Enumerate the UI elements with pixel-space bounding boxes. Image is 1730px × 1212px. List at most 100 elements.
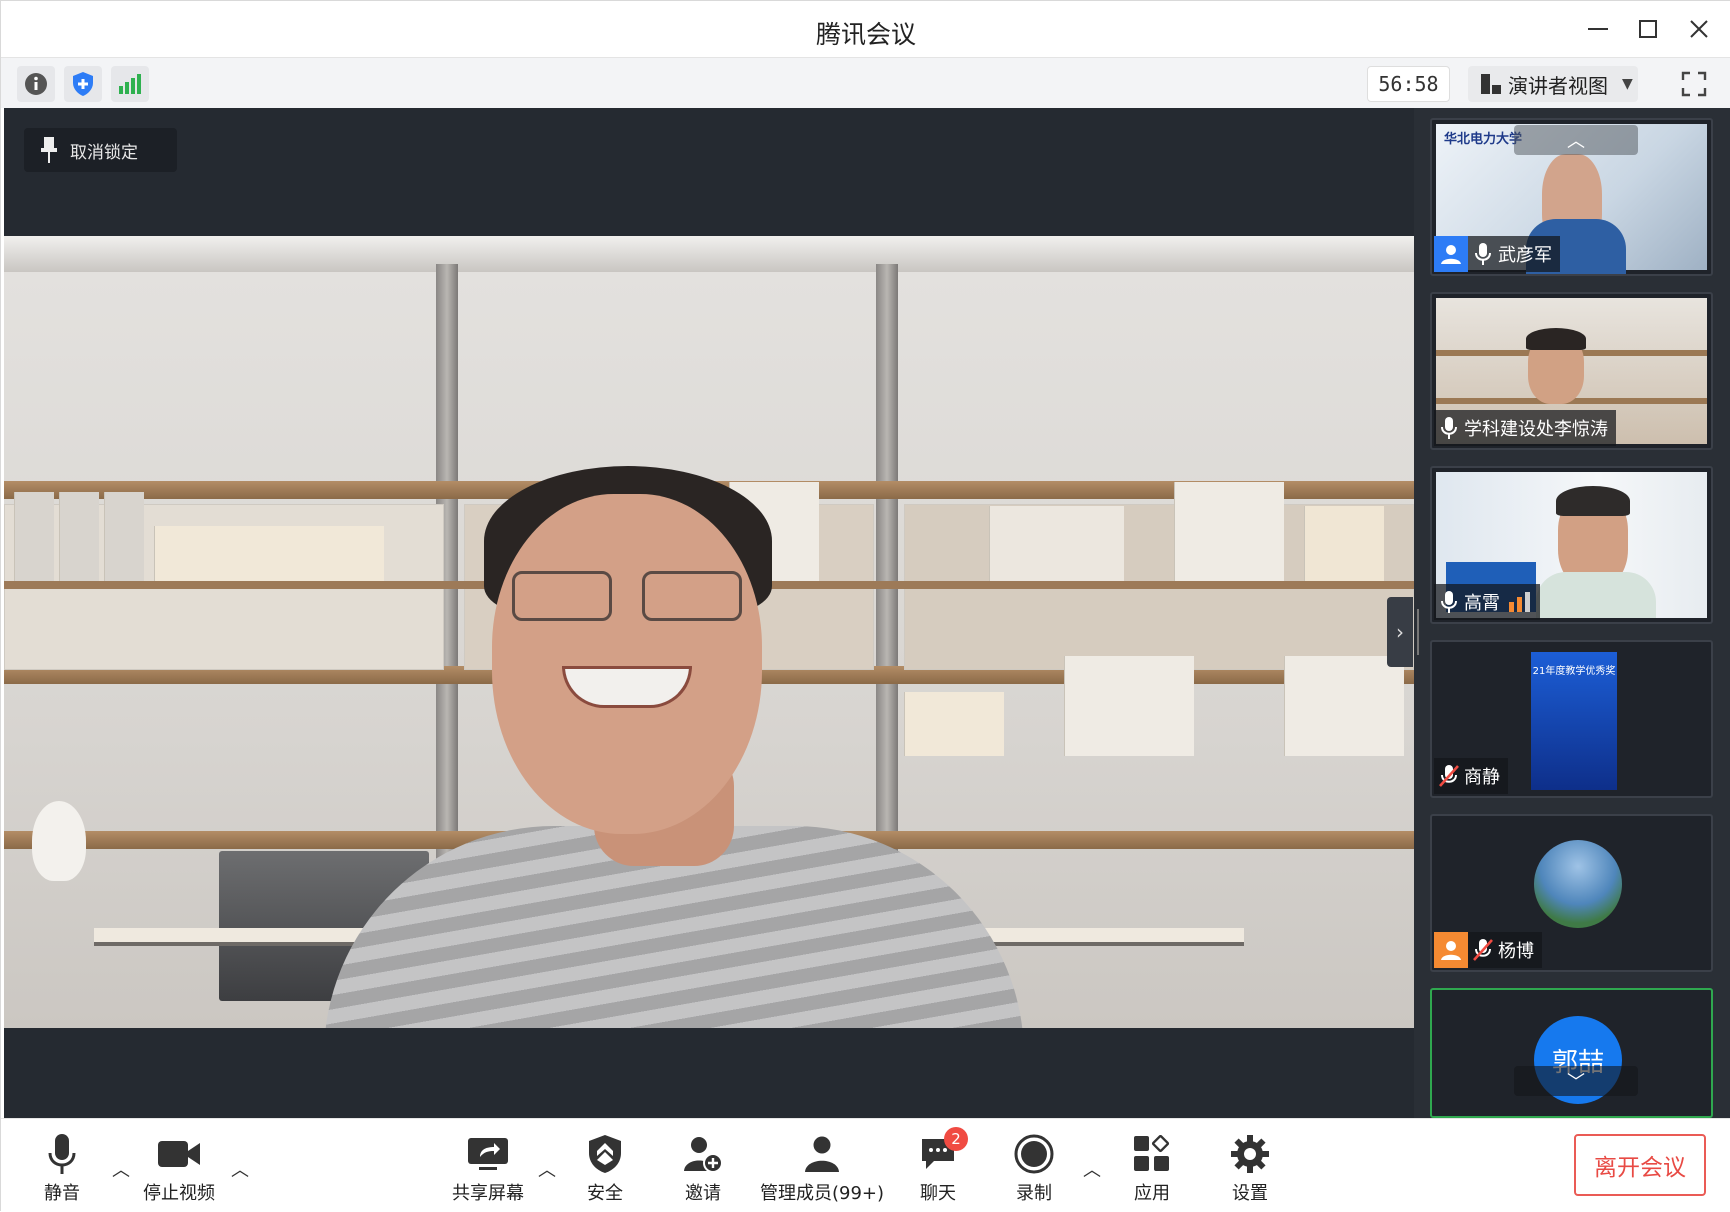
chevron-up-icon: ︿	[112, 1160, 130, 1181]
chat-label: 聊天	[920, 1183, 956, 1204]
record-label: 录制	[1016, 1183, 1052, 1204]
participant-name: 杨博	[1498, 941, 1534, 962]
security-status-button[interactable]	[64, 66, 102, 102]
add-user-icon	[683, 1131, 723, 1177]
audio-options-button[interactable]: ︿	[111, 1159, 131, 1181]
meeting-timer: 56:58	[1367, 66, 1450, 102]
apps-button[interactable]: 应用	[1132, 1131, 1172, 1207]
participant-name: 武彦军	[1498, 245, 1552, 266]
chevron-up-icon: ︿	[231, 1160, 249, 1181]
view-layout-icon	[1481, 74, 1501, 94]
unpin-button[interactable]: 取消锁定	[24, 128, 177, 172]
participant-name: 高霄	[1464, 593, 1500, 614]
meeting-toolbar: 静音 ︿ 停止视频 ︿ 共享屏幕 ︿ 安全 邀请 管理成员(99+) 2 聊天 …	[1, 1118, 1730, 1212]
collapse-panel-button[interactable]: ›	[1387, 597, 1413, 667]
participant-tile[interactable]: 郭喆	[1430, 988, 1713, 1118]
meeting-info-button[interactable]	[17, 66, 55, 102]
video-options-button[interactable]: ︿	[230, 1159, 250, 1181]
chevron-up-icon: ︿	[538, 1160, 556, 1181]
microphone-icon	[1434, 584, 1464, 620]
share-screen-label: 共享屏幕	[452, 1183, 524, 1204]
chevron-down-icon: ▼	[1622, 76, 1633, 92]
participant-tile[interactable]: 高霄	[1430, 466, 1713, 624]
chevron-up-icon: ︿	[1083, 1160, 1101, 1181]
invite-label: 邀请	[685, 1183, 721, 1204]
signal-icon	[119, 74, 141, 94]
shield-icon	[73, 72, 93, 96]
members-icon	[803, 1131, 841, 1177]
meeting-window: 腾讯会议 56:58 演讲者视图 ▼ 取消锁定 › 华北电力大学 武彦军 ︿ 学…	[0, 0, 1730, 1212]
participant-tile[interactable]: 杨博	[1430, 814, 1713, 972]
participant-namebar: 商静	[1434, 758, 1508, 794]
record-button[interactable]: 录制	[1014, 1131, 1054, 1207]
chevron-down-icon: ﹀	[1567, 1072, 1585, 1093]
scroll-down-button[interactable]: ﹀	[1514, 1066, 1638, 1096]
close-button[interactable]	[1682, 13, 1716, 45]
chat-button[interactable]: 2 聊天	[918, 1127, 968, 1207]
maximize-button[interactable]	[1631, 13, 1665, 45]
participant-tile[interactable]: 学科建设处李惊涛	[1430, 292, 1713, 450]
share-screen-icon	[467, 1131, 509, 1177]
minimize-icon	[1588, 28, 1608, 30]
security-button[interactable]: 安全	[585, 1131, 625, 1207]
maximize-icon	[1639, 20, 1657, 38]
window-title: 腾讯会议	[815, 20, 916, 49]
speaking-level-icon	[1509, 592, 1530, 612]
apps-label: 应用	[1134, 1183, 1170, 1204]
mute-button[interactable]: 静音	[39, 1131, 85, 1207]
speaker-person	[324, 466, 1024, 1028]
participant-namebar: 高霄	[1434, 584, 1540, 620]
network-status-button[interactable]	[111, 66, 149, 102]
share-screen-button[interactable]: 共享屏幕	[449, 1131, 527, 1207]
share-options-button[interactable]: ︿	[537, 1159, 557, 1181]
vase-image	[32, 801, 86, 881]
scroll-up-button[interactable]: ︿	[1514, 125, 1638, 155]
video-camera-icon	[157, 1131, 201, 1177]
unpin-label: 取消锁定	[70, 142, 138, 163]
microphone-muted-icon	[1468, 932, 1498, 968]
participant-namebar: 杨博	[1434, 932, 1542, 968]
panel-resize-handle[interactable]	[1417, 609, 1419, 655]
meeting-info-bar: 56:58 演讲者视图 ▼	[1, 57, 1730, 108]
microphone-icon	[48, 1131, 76, 1177]
microphone-icon	[1468, 236, 1498, 272]
title-bar: 腾讯会议	[1, 1, 1730, 57]
microphone-icon	[1434, 410, 1464, 446]
chevron-up-icon: ︿	[1567, 131, 1585, 152]
record-options-button[interactable]: ︿	[1082, 1159, 1102, 1181]
leave-meeting-button[interactable]: 离开会议	[1574, 1134, 1706, 1196]
info-icon	[25, 73, 47, 95]
participant-namebar: 武彦军	[1434, 236, 1560, 272]
apps-grid-icon	[1133, 1131, 1171, 1177]
chevron-right-icon: ›	[1396, 620, 1404, 644]
manage-members-button[interactable]: 管理成员(99+)	[759, 1131, 885, 1207]
chat-icon: 2	[920, 1127, 968, 1177]
participant-tile[interactable]: 21年度教学优秀奖 商静	[1430, 640, 1713, 798]
profile-avatar	[1534, 840, 1622, 928]
participant-video: 郭喆	[1436, 994, 1707, 1116]
user-avatar-icon	[1434, 236, 1468, 272]
minimize-button[interactable]	[1581, 13, 1615, 45]
microphone-muted-icon	[1434, 758, 1464, 794]
close-icon	[1690, 20, 1708, 38]
settings-label: 设置	[1232, 1183, 1268, 1204]
fullscreen-icon	[1681, 71, 1707, 97]
mute-label: 静音	[44, 1183, 80, 1204]
main-video-stage[interactable]: 取消锁定	[4, 108, 1414, 1118]
stop-video-button[interactable]: 停止视频	[139, 1131, 219, 1207]
speaker-video	[4, 236, 1414, 1028]
participant-name: 商静	[1464, 767, 1500, 788]
participant-namebar: 学科建设处李惊涛	[1434, 410, 1616, 446]
gear-icon	[1230, 1131, 1270, 1177]
manage-members-label: 管理成员(99+)	[759, 1183, 885, 1204]
fullscreen-button[interactable]	[1675, 66, 1713, 102]
settings-button[interactable]: 设置	[1230, 1131, 1270, 1207]
view-mode-select[interactable]: 演讲者视图 ▼	[1468, 66, 1638, 102]
user-avatar-icon	[1434, 932, 1468, 968]
pin-icon	[41, 137, 57, 163]
security-label: 安全	[587, 1183, 623, 1204]
slide-header: 华北电力大学	[1444, 132, 1523, 147]
invite-button[interactable]: 邀请	[683, 1131, 723, 1207]
participant-name: 学科建设处李惊涛	[1464, 419, 1608, 440]
unread-chat-badge: 2	[944, 1127, 968, 1151]
